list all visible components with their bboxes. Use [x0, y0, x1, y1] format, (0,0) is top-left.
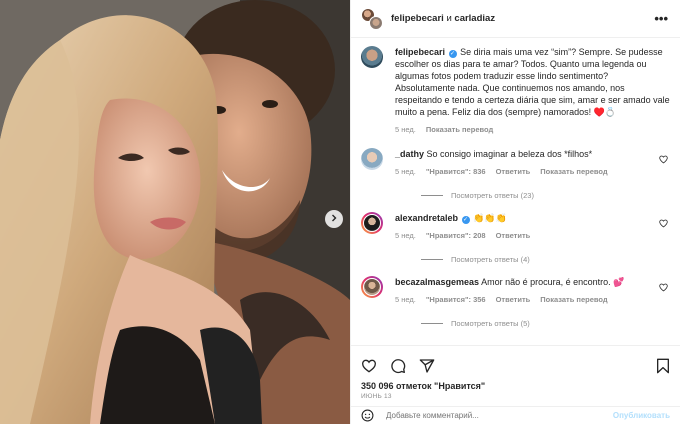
replies-divider [421, 323, 443, 324]
comment-username[interactable]: alexandretaleb [395, 213, 458, 223]
caption-username[interactable]: felipebecari [395, 47, 445, 57]
reply-button[interactable]: Ответить [496, 294, 531, 306]
translate-button[interactable]: Показать перевод [540, 294, 607, 306]
comment-time[interactable]: 5 нед. [395, 230, 416, 242]
comments-list: felipebecari ✓ Se diria mais uma vez “si… [351, 38, 680, 345]
avatar [369, 15, 383, 30]
next-photo-button[interactable] [325, 210, 343, 228]
caption-time[interactable]: 5 нед. [395, 124, 416, 136]
post-side-panel: felipebecari и carladiaz ••• felipebecar… [350, 0, 680, 424]
couple-photo-illustration [0, 0, 350, 424]
comment-time[interactable]: 5 нед. [395, 166, 416, 178]
comment-username[interactable]: becazalmasgemeas [395, 277, 479, 287]
verified-badge-icon: ✓ [448, 50, 457, 58]
heart-icon[interactable] [659, 155, 668, 164]
view-replies-label: Посмотреть ответы (4) [451, 255, 530, 264]
avatar[interactable] [361, 212, 383, 234]
comment: alexandretaleb ✓ 👏👏👏 5 нед. "Нравится": … [361, 212, 670, 242]
emoji-icon[interactable] [361, 409, 374, 422]
instagram-post: felipebecari и carladiaz ••• felipebecar… [0, 0, 680, 424]
view-replies-label: Посмотреть ответы (5) [451, 319, 530, 328]
comment-icon[interactable] [390, 358, 406, 374]
author-link[interactable]: felipebecari [391, 13, 444, 24]
authors-conjunction: и [446, 13, 452, 24]
add-comment-bar: Опубликовать [351, 406, 680, 424]
heart-icon[interactable] [659, 219, 668, 228]
heart-icon[interactable] [659, 283, 668, 292]
comment-text: 👏👏👏 [473, 213, 507, 223]
comment-text: Amor não é procura, é encontro. 💕 [481, 277, 625, 287]
comment: _dathy So consigo imaginar a beleza dos … [361, 148, 670, 178]
caption: felipebecari ✓ Se diria mais uma vez “si… [361, 46, 670, 136]
translate-button[interactable]: Показать перевод [540, 166, 607, 178]
comment-text: So consigo imaginar a beleza dos *filhos… [426, 149, 593, 159]
reply-button[interactable]: Ответить [496, 230, 531, 242]
view-replies-button[interactable]: Посмотреть ответы (4) [421, 255, 670, 264]
share-icon[interactable] [419, 358, 435, 374]
comment-likes[interactable]: "Нравится": 836 [426, 166, 486, 178]
replies-divider [421, 259, 443, 260]
verified-badge-icon: ✓ [461, 216, 470, 224]
bookmark-icon[interactable] [656, 358, 670, 374]
comment: becazalmasgemeas Amor não é procura, é e… [361, 276, 670, 306]
view-replies-label: Посмотреть ответы (23) [451, 191, 534, 200]
comment-username[interactable]: _dathy [395, 149, 424, 159]
post-header: felipebecari и carladiaz ••• [351, 0, 680, 38]
post-photo[interactable] [0, 0, 350, 424]
more-horizontal-icon[interactable]: ••• [654, 11, 668, 26]
comment-likes[interactable]: "Нравится": 356 [426, 294, 486, 306]
replies-divider [421, 195, 443, 196]
post-comment-button[interactable]: Опубликовать [613, 411, 670, 420]
comment-time[interactable]: 5 нед. [395, 294, 416, 306]
avatar[interactable] [361, 46, 383, 68]
avatar[interactable] [361, 276, 383, 298]
author-avatars[interactable] [361, 7, 383, 30]
reply-button[interactable]: Ответить [496, 166, 531, 178]
view-replies-button[interactable]: Посмотреть ответы (23) [421, 191, 670, 200]
post-actions [351, 345, 680, 385]
post-authors: felipebecari и carladiaz [391, 13, 654, 24]
chevron-right-icon [330, 214, 338, 224]
comment-likes[interactable]: "Нравится": 208 [426, 230, 486, 242]
heart-icon[interactable] [361, 358, 377, 374]
post-date[interactable]: ИЮНЬ 13 [351, 391, 680, 400]
view-replies-button[interactable]: Посмотреть ответы (5) [421, 319, 670, 328]
caption-text: Se diria mais uma vez “sim”? Sempre. Se … [395, 47, 670, 117]
comment-input[interactable] [386, 411, 613, 420]
translate-button[interactable]: Показать перевод [426, 124, 493, 136]
avatar[interactable] [361, 148, 383, 170]
author-link[interactable]: carladiaz [454, 13, 495, 24]
